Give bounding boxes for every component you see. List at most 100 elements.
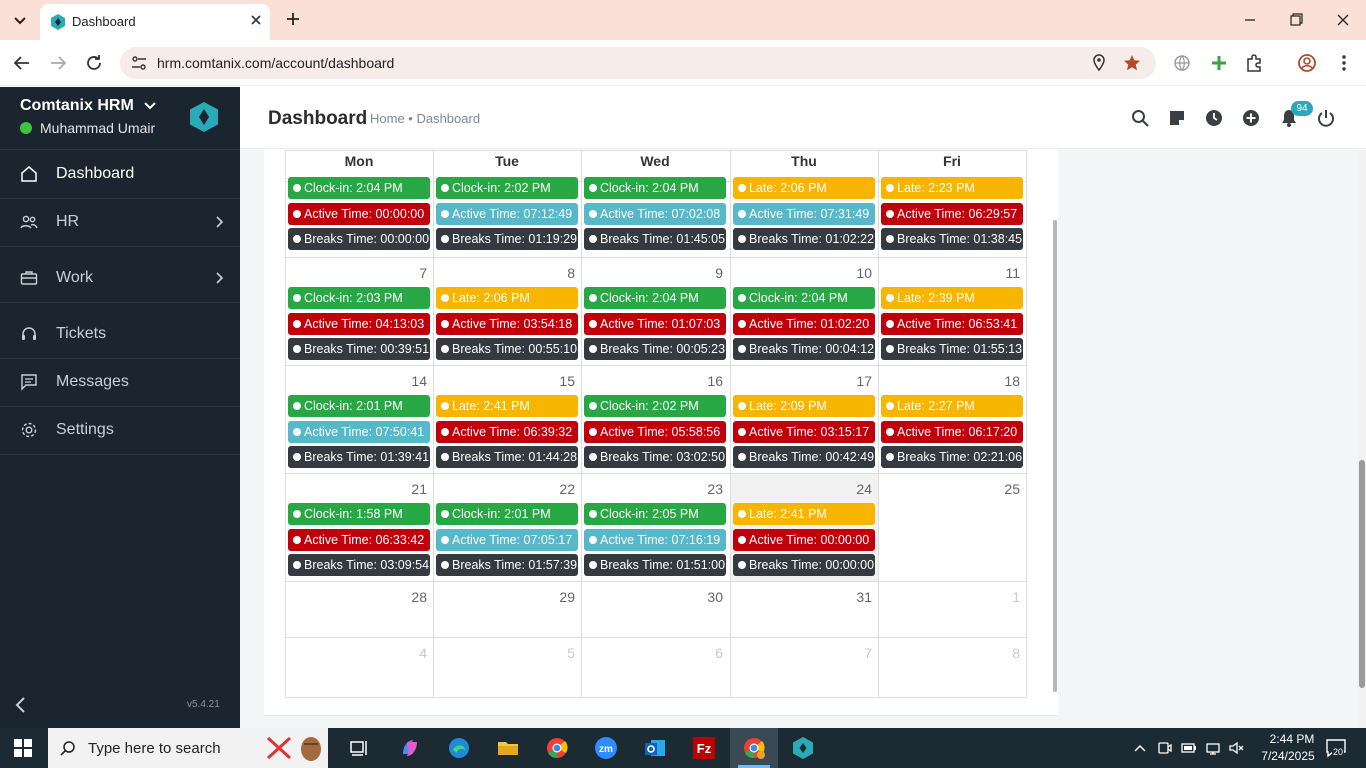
attendance-event[interactable]: Late: 2:41 PM [733, 503, 875, 525]
attendance-event[interactable]: Breaks Time: 01:39:41 [288, 446, 430, 468]
day-number[interactable]: 18 [990, 373, 1020, 389]
taskbar-active-app[interactable] [730, 728, 778, 768]
day-number[interactable]: 6 [693, 645, 723, 661]
sidebar-item-messages[interactable]: Messages [0, 358, 240, 406]
reload-icon[interactable] [81, 50, 107, 76]
day-number[interactable]: 31 [842, 589, 872, 605]
attendance-event[interactable]: Active Time: 07:05:17 [436, 528, 578, 551]
attendance-event[interactable]: Active Time: 00:00:00 [733, 528, 875, 551]
task-view-icon[interactable] [348, 736, 372, 760]
add-circle-icon[interactable] [1241, 108, 1261, 128]
zoom-app-icon[interactable]: zm [594, 736, 618, 760]
minimize-window-icon[interactable] [1238, 8, 1262, 32]
chevron-down-icon[interactable] [143, 99, 157, 113]
attendance-event[interactable]: Breaks Time: 00:04:12 [733, 338, 875, 360]
bookmark-star-icon[interactable] [1123, 54, 1141, 72]
day-number[interactable]: 9 [693, 265, 723, 281]
day-number[interactable]: 16 [693, 373, 723, 389]
attendance-event[interactable]: Late: 2:09 PM [733, 395, 875, 417]
attendance-event[interactable]: Late: 2:06 PM [733, 177, 875, 199]
day-number[interactable]: 8 [990, 645, 1020, 661]
sidebar-item-settings[interactable]: Settings [0, 406, 240, 454]
network-icon[interactable] [1205, 740, 1221, 756]
show-hidden-icons-icon[interactable] [1132, 740, 1148, 756]
day-number[interactable]: 7 [842, 645, 872, 661]
attendance-event[interactable]: Clock-in: 2:03 PM [288, 287, 430, 309]
sidebar-item-hr[interactable]: HR [0, 198, 240, 246]
copilot-icon[interactable] [398, 736, 422, 760]
attendance-event[interactable]: Clock-in: 2:02 PM [584, 395, 726, 417]
day-number[interactable]: 11 [990, 265, 1020, 281]
day-number[interactable]: 23 [693, 481, 723, 497]
attendance-event[interactable]: Active Time: 06:33:42 [288, 528, 430, 551]
attendance-event[interactable]: Late: 2:06 PM [436, 287, 578, 309]
browser-tab[interactable]: Dashboard [40, 4, 270, 40]
attendance-event[interactable]: Active Time: 01:02:20 [733, 312, 875, 335]
attendance-event[interactable]: Active Time: 00:00:00 [288, 202, 430, 225]
attendance-event[interactable]: Active Time: 03:54:18 [436, 312, 578, 335]
attendance-event[interactable]: Active Time: 06:17:20 [881, 420, 1023, 443]
day-number[interactable]: 1 [990, 589, 1020, 605]
new-tab-button[interactable] [282, 8, 304, 30]
power-icon[interactable] [1316, 108, 1336, 128]
profile-avatar-icon[interactable] [1297, 53, 1317, 73]
outlook-icon[interactable] [643, 736, 667, 760]
attendance-event[interactable]: Clock-in: 1:58 PM [288, 503, 430, 525]
attendance-event[interactable]: Active Time: 07:50:41 [288, 420, 430, 443]
back-arrow-icon[interactable] [9, 50, 35, 76]
attendance-event[interactable]: Breaks Time: 01:02:22 [733, 228, 875, 250]
attendance-event[interactable]: Clock-in: 2:04 PM [733, 287, 875, 309]
taskbar-time[interactable]: 2:44 PM [1262, 732, 1322, 746]
collapse-sidebar-icon[interactable] [12, 695, 30, 715]
page-scrollbar-thumb[interactable] [1359, 460, 1365, 688]
attendance-event[interactable]: Breaks Time: 00:00:00 [288, 228, 430, 250]
site-info-icon[interactable] [130, 54, 148, 72]
attendance-event[interactable]: Breaks Time: 00:55:10 [436, 338, 578, 360]
attendance-event[interactable]: Late: 2:27 PM [881, 395, 1023, 417]
attendance-event[interactable]: Active Time: 07:31:49 [733, 202, 875, 225]
attendance-event[interactable]: Active Time: 05:58:56 [584, 420, 726, 443]
attendance-event[interactable]: Breaks Time: 03:02:50 [584, 446, 726, 468]
day-number[interactable]: 21 [397, 481, 427, 497]
attendance-event[interactable]: Clock-in: 2:02 PM [436, 177, 578, 199]
day-number[interactable]: 14 [397, 373, 427, 389]
attendance-event[interactable]: Active Time: 03:15:17 [733, 420, 875, 443]
brand-name[interactable]: Comtanix HRM [20, 97, 134, 115]
day-number[interactable]: 30 [693, 589, 723, 605]
attendance-event[interactable]: Late: 2:39 PM [881, 287, 1023, 309]
tab-search-chevron-icon[interactable] [8, 8, 32, 32]
attendance-event[interactable]: Breaks Time: 01:45:05 [584, 228, 726, 250]
chrome-icon[interactable] [545, 736, 569, 760]
day-number[interactable]: 7 [397, 265, 427, 281]
attendance-event[interactable]: Active Time: 07:12:49 [436, 202, 578, 225]
taskbar-date[interactable]: 7/24/2025 [1252, 749, 1324, 763]
page-scrollbar[interactable] [1358, 150, 1366, 728]
breadcrumb[interactable]: Home • Dashboard [370, 111, 480, 126]
attendance-event[interactable]: Active Time: 07:16:19 [584, 528, 726, 551]
attendance-event[interactable]: Breaks Time: 00:42:49 [733, 446, 875, 468]
attendance-event[interactable]: Late: 2:23 PM [881, 177, 1023, 199]
day-number[interactable]: 25 [990, 481, 1020, 497]
day-number[interactable]: 10 [842, 265, 872, 281]
green-plus-extension-icon[interactable] [1209, 53, 1229, 73]
attendance-event[interactable]: Clock-in: 2:04 PM [584, 287, 726, 309]
day-number[interactable]: 28 [397, 589, 427, 605]
sidebar-item-work[interactable]: Work [0, 254, 240, 302]
search-icon[interactable] [1130, 108, 1150, 128]
attendance-event[interactable]: Active Time: 01:07:03 [584, 312, 726, 335]
day-number[interactable]: 4 [397, 645, 427, 661]
attendance-event[interactable]: Breaks Time: 01:51:00 [584, 554, 726, 576]
url-text[interactable]: hrm.comtanix.com/account/dashboard [157, 55, 394, 71]
attendance-event[interactable]: Breaks Time: 01:57:39 [436, 554, 578, 576]
attendance-event[interactable]: Active Time: 07:02:08 [584, 202, 726, 225]
location-pin-icon[interactable] [1090, 54, 1108, 72]
attendance-event[interactable]: Breaks Time: 01:55:13 [881, 338, 1023, 360]
attendance-event[interactable]: Breaks Time: 01:19:29 [436, 228, 578, 250]
clock-icon[interactable] [1204, 108, 1224, 128]
filezilla-icon[interactable]: Fz [692, 736, 716, 760]
battery-icon[interactable] [1181, 740, 1197, 756]
attendance-event[interactable]: Clock-in: 2:04 PM [288, 177, 430, 199]
day-number[interactable]: 24 [842, 481, 872, 497]
comtanix-app-icon[interactable] [791, 736, 815, 760]
day-number[interactable]: 29 [545, 589, 575, 605]
